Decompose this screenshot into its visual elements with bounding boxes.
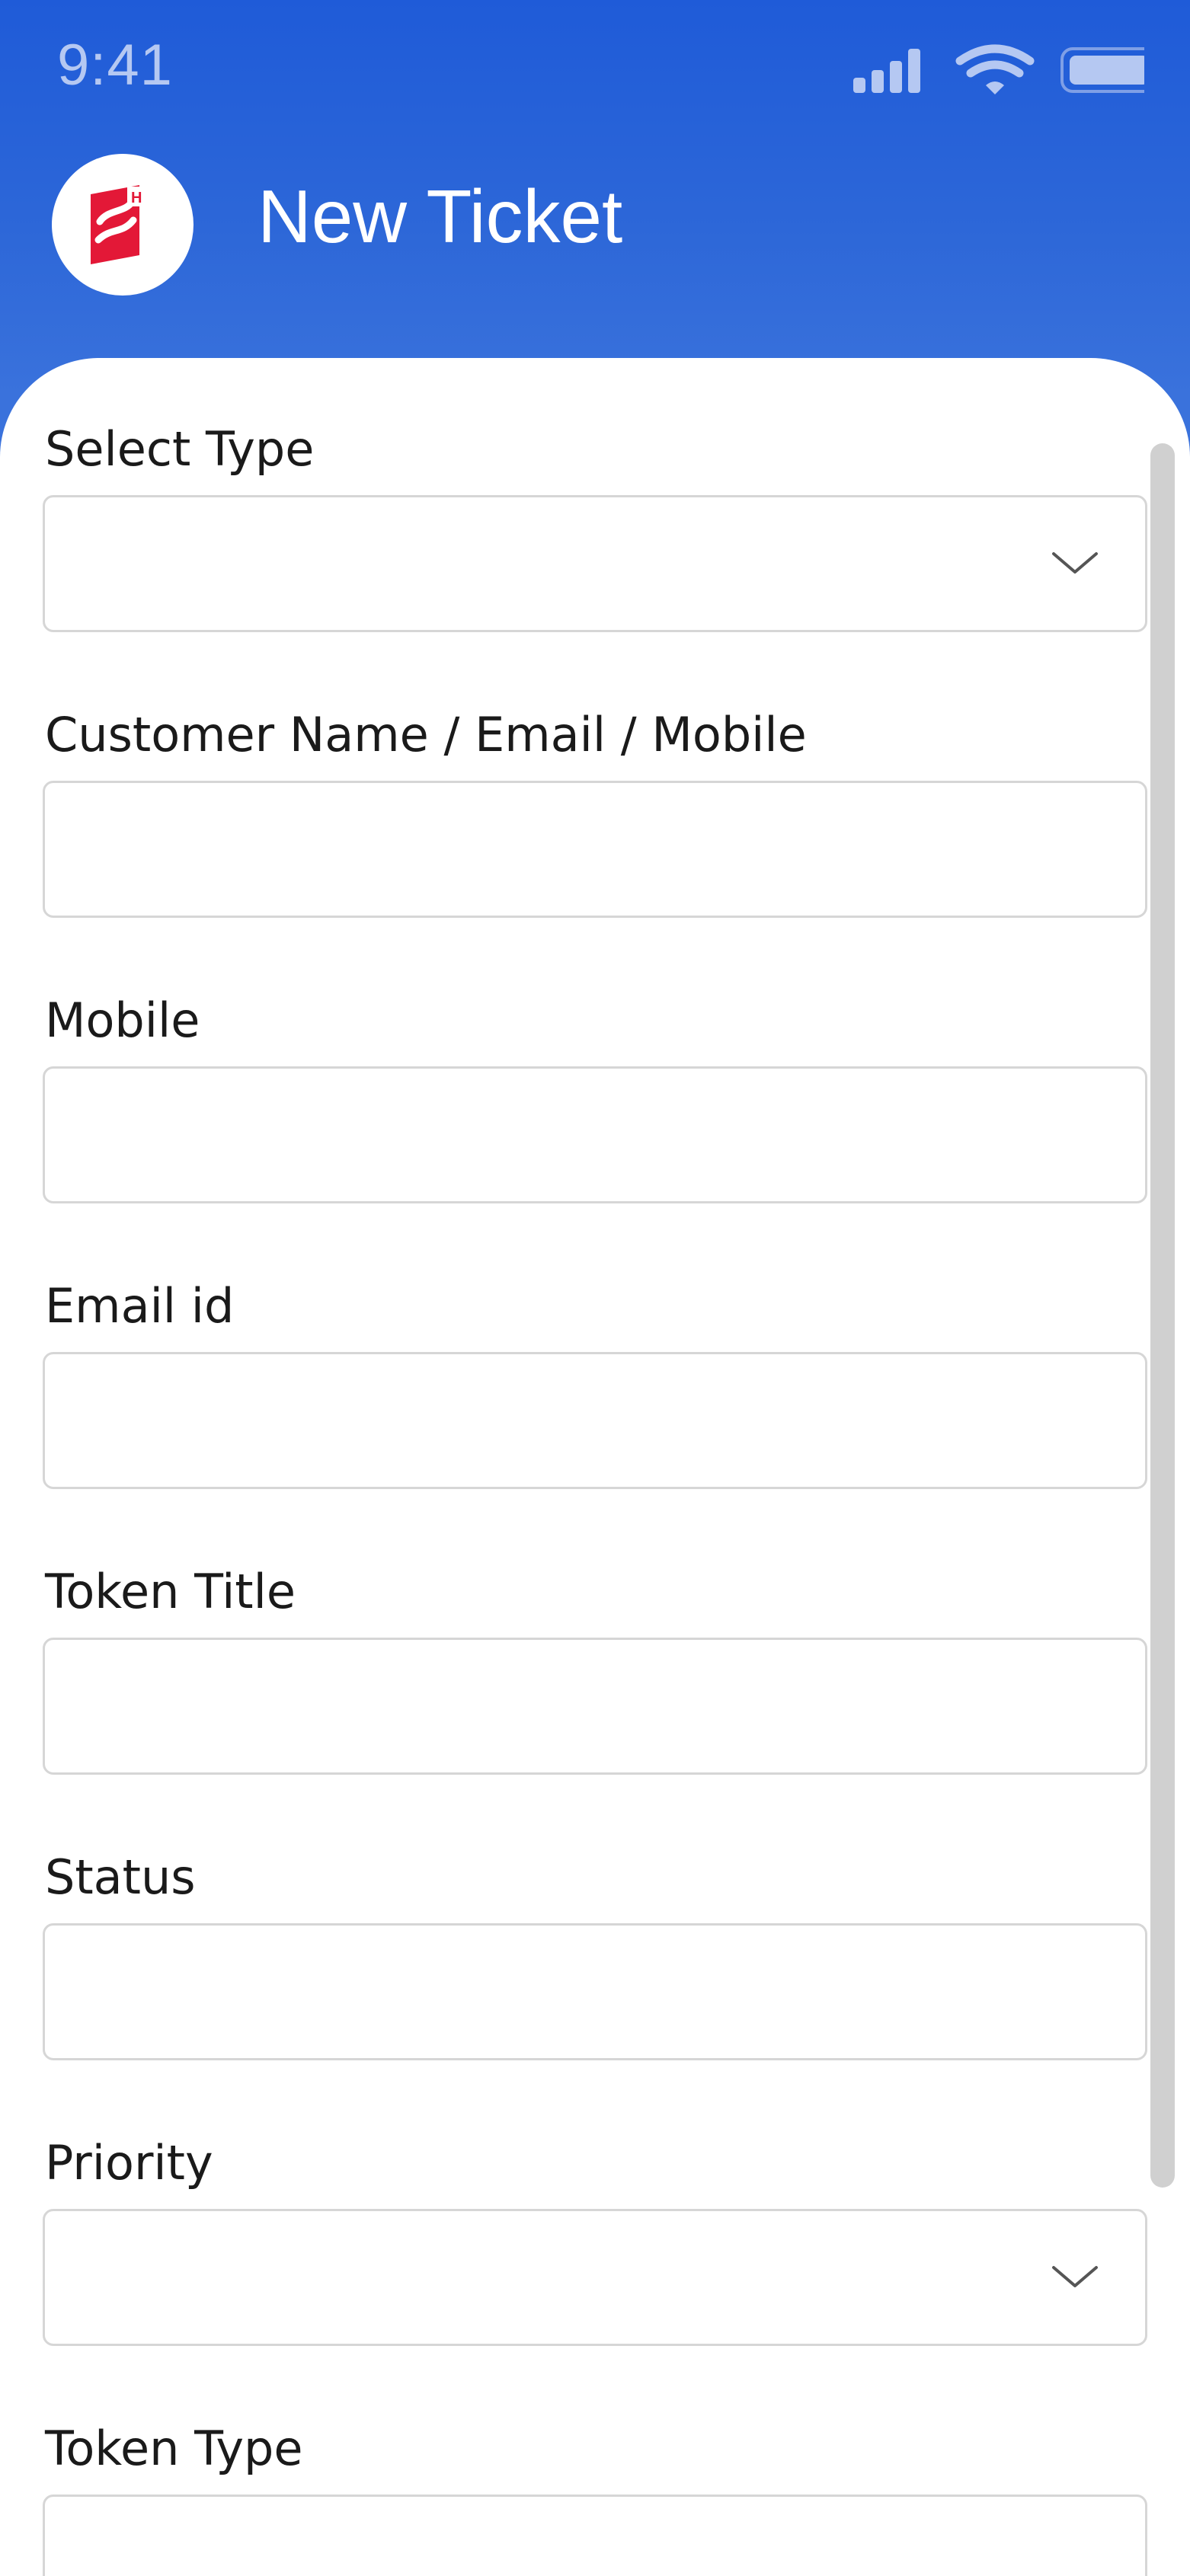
chevron-down-icon — [1052, 552, 1098, 574]
battery-icon — [1060, 47, 1158, 93]
token-title-input[interactable] — [45, 1640, 1145, 1772]
scrollbar[interactable] — [1150, 443, 1175, 2188]
status-icons — [832, 44, 1158, 97]
status-bar: 9:41 — [0, 0, 1190, 137]
mobile-input-box — [43, 1066, 1147, 1203]
status-input[interactable] — [45, 1926, 1145, 2058]
email-input-box — [43, 1352, 1147, 1489]
priority-dropdown[interactable] — [43, 2209, 1147, 2346]
token-type-field: Token Type — [43, 2418, 1147, 2576]
select-type-field: Select Type — [43, 419, 1147, 632]
signal-icon — [853, 49, 920, 93]
logo-badge-letter: H — [131, 190, 142, 206]
brand-logo: H — [52, 154, 194, 296]
app-header: H New Ticket — [0, 137, 1190, 358]
chevron-down-icon — [1052, 2266, 1098, 2287]
status-field: Status — [43, 1847, 1147, 2060]
token-type-label: Token Type — [45, 2421, 303, 2476]
select-type-label: Select Type — [45, 421, 315, 477]
mobile-label: Mobile — [45, 992, 200, 1048]
customer-input[interactable] — [45, 783, 1145, 916]
customer-input-box — [43, 781, 1147, 918]
token-title-label: Token Title — [45, 1564, 296, 1619]
status-time: 9:41 — [57, 33, 173, 97]
wifi-icon — [955, 44, 1035, 94]
mobile-input[interactable] — [45, 1069, 1145, 1201]
customer-field: Customer Name / Email / Mobile — [43, 705, 1147, 918]
status-icons-svg — [853, 44, 1158, 94]
email-field: Email id — [43, 1276, 1147, 1489]
priority-label: Priority — [45, 2135, 213, 2191]
priority-field: Priority — [43, 2133, 1147, 2346]
logo-mark-icon: H — [91, 185, 147, 264]
customer-label: Customer Name / Email / Mobile — [45, 707, 807, 762]
status-label: Status — [45, 1849, 196, 1905]
token-type-input[interactable] — [45, 2497, 1145, 2576]
token-title-input-box — [43, 1638, 1147, 1775]
mobile-field: Mobile — [43, 990, 1147, 1203]
select-type-dropdown[interactable] — [43, 495, 1147, 632]
email-label: Email id — [45, 1278, 235, 1334]
token-type-input-box — [43, 2495, 1147, 2576]
status-input-box — [43, 1923, 1147, 2060]
page-title: New Ticket — [258, 174, 623, 258]
email-input[interactable] — [45, 1354, 1145, 1487]
form-card: Select Type Customer Name / Email / Mobi… — [0, 358, 1190, 2576]
token-title-field: Token Title — [43, 1561, 1147, 1775]
